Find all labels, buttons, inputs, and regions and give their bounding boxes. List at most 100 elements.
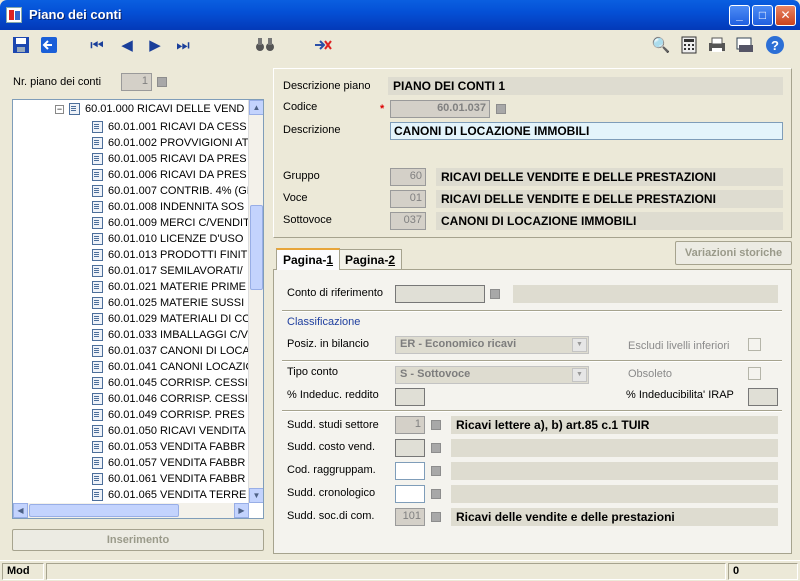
next-icon[interactable]: ▶ [144,34,166,56]
gruppo-text: RICAVI DELLE VENDITE E DELLE PRESTAZIONI [436,168,783,186]
cod-raggr-field[interactable] [395,462,425,480]
tree-item[interactable]: 60.01.053 VENDITA FABBR [91,439,245,455]
sudd-costo-lookup-icon[interactable] [431,443,441,453]
irap-field[interactable] [748,388,778,406]
conto-rif-field[interactable] [395,285,485,303]
tree-item[interactable]: 60.01.041 CANONI LOCAZIO [91,359,254,375]
status-message [46,563,726,580]
calculator-icon[interactable] [678,34,700,56]
nr-piano-field[interactable]: 1 [121,73,152,91]
sudd-studi-code[interactable]: 1 [395,416,425,434]
tree-item-label: 60.01.006 RICAVI DA PRES [108,169,247,181]
sudd-studi-lookup-icon[interactable] [431,420,441,430]
tree-item[interactable]: 60.01.025 MATERIE SUSSI [91,295,244,311]
obsoleto-checkbox[interactable] [748,367,761,380]
scroll-left-button[interactable]: ◀ [13,503,28,518]
scroll-right-button[interactable]: ▶ [234,503,249,518]
posiz-label: Posiz. in bilancio [287,338,369,350]
tree-parent-row[interactable]: − 60.01.000 RICAVI DELLE VEND [55,101,244,117]
sudd-soc-lookup-icon[interactable] [431,512,441,522]
tree-item-label: 60.01.061 VENDITA FABBR [108,473,246,485]
account-tree[interactable]: − 60.01.000 RICAVI DELLE VEND 60.01.001 R… [12,99,264,519]
print-setup-icon[interactable] [734,34,756,56]
print-icon[interactable] [706,34,728,56]
nr-piano-label: Nr. piano dei conti [13,76,102,88]
tree-item-label: 60.01.050 RICAVI VENDITA [108,425,246,437]
tree-item[interactable]: 60.01.007 CONTRIB. 4% (GI [91,183,250,199]
scroll-up-button[interactable]: ▲ [249,100,263,115]
tree-item[interactable]: 60.01.002 PROVVIGIONI AT [91,135,248,151]
codice-lookup-icon[interactable] [496,104,506,114]
cod-raggr-lookup-icon[interactable] [431,466,441,476]
nr-piano-lookup-icon[interactable] [157,77,167,87]
account-icon [91,200,103,213]
prev-icon[interactable]: ◀ [116,34,138,56]
sudd-costo-field[interactable] [395,439,425,457]
scroll-down-button[interactable]: ▼ [249,488,263,503]
status-bar: Mod 0 [0,560,800,581]
binoculars-icon[interactable] [254,34,276,56]
tree-item[interactable]: 60.01.045 CORRISP. CESSI [91,375,248,391]
tree-item[interactable]: 60.01.006 RICAVI DA PRES [91,167,247,183]
first-icon[interactable]: ⏮ [86,34,108,56]
escludi-checkbox[interactable] [748,338,761,351]
tree-item[interactable]: 60.01.065 VENDITA TERRE [91,487,246,503]
tree-item[interactable]: 60.01.061 VENDITA FABBR [91,471,245,487]
last-icon[interactable]: ⏭ [172,34,194,56]
tipo-conto-select[interactable]: S - Sottovoce ▼ [395,366,589,384]
sudd-soc-code[interactable]: 101 [395,508,425,526]
indeduc-field[interactable] [395,388,425,406]
account-icon [91,184,103,197]
sudd-cron-field[interactable] [395,485,425,503]
chevron-down-icon[interactable]: ▼ [572,338,587,352]
tree-item-label: 60.01.002 PROVVIGIONI AT [108,137,249,149]
cod-raggr-label: Cod. raggruppam. [287,464,376,476]
minimize-button[interactable]: _ [729,5,750,26]
tree-item[interactable]: 60.01.046 CORRISP. CESSI [91,391,248,407]
tree-scroll-thumb[interactable] [250,205,263,290]
sudd-cron-lookup-icon[interactable] [431,489,441,499]
tree-item[interactable]: 60.01.001 RICAVI DA CESS [91,119,247,135]
maximize-button[interactable]: □ [752,5,773,26]
preview-icon[interactable]: 🔍 [650,34,672,56]
tree-item[interactable]: 60.01.010 LICENZE D'USO [91,231,243,247]
tree-item[interactable]: 60.01.008 INDENNITA SOS [91,199,244,215]
account-icon [91,216,103,229]
tree-item[interactable]: 60.01.037 CANONI DI LOCA [91,343,250,359]
variazioni-storiche-button[interactable]: Variazioni storiche [675,241,792,265]
save-icon[interactable] [10,34,32,56]
tree-item[interactable]: 60.01.033 IMBALLAGGI C/V [91,327,248,343]
collapse-icon[interactable]: − [55,105,64,114]
tab-pagina-1[interactable]: Pagina-1 [276,248,341,270]
tree-item-label: 60.01.025 MATERIE SUSSI [108,297,245,309]
descrizione-field[interactable]: CANONI DI LOCAZIONE IMMOBILI [390,122,783,140]
account-icon [91,312,103,325]
tree-item[interactable]: 60.01.049 CORRISP. PRES [91,407,245,423]
tab-pagina-2[interactable]: Pagina-2 [338,249,403,269]
escludi-label: Escludi livelli inferiori [628,340,730,352]
tree-item[interactable]: 60.01.013 PRODOTTI FINIT [91,247,247,263]
tree-horizontal-scrollbar[interactable]: ◀ ▶ [13,503,249,518]
codice-field[interactable]: 60.01.037 [390,100,490,118]
tree-item[interactable]: 60.01.017 SEMILAVORATI/ [91,263,243,279]
close-button[interactable]: ✕ [775,5,796,26]
tree-vertical-scrollbar[interactable]: ▲ ▼ [248,100,263,503]
tree-hscroll-thumb[interactable] [29,504,179,517]
conto-rif-lookup-icon[interactable] [490,289,500,299]
tree-item[interactable]: 60.01.021 MATERIE PRIME [91,279,246,295]
sudd-costo-label: Sudd. costo vend. [287,441,376,453]
delete-icon[interactable] [312,34,334,56]
inserimento-button[interactable]: Inserimento [12,529,264,551]
account-icon [91,392,103,405]
tree-item[interactable]: 60.01.009 MERCI C/VENDIT [91,215,250,231]
posiz-select[interactable]: ER - Economico ricavi ▼ [395,336,589,354]
tree-item[interactable]: 60.01.057 VENDITA FABBR [91,455,245,471]
help-icon[interactable]: ? [764,34,786,56]
tree-item[interactable]: 60.01.029 MATERIALI DI CO [91,311,251,327]
tree-item[interactable]: 60.01.005 RICAVI DA PRES [91,151,247,167]
back-icon[interactable] [38,34,60,56]
sudd-soc-label: Sudd. soc.di com. [287,510,375,522]
tree-item[interactable]: 60.01.050 RICAVI VENDITA [91,423,246,439]
chevron-down-icon[interactable]: ▼ [572,368,587,382]
tree-item-label: 60.01.029 MATERIALI DI CO [108,313,251,325]
